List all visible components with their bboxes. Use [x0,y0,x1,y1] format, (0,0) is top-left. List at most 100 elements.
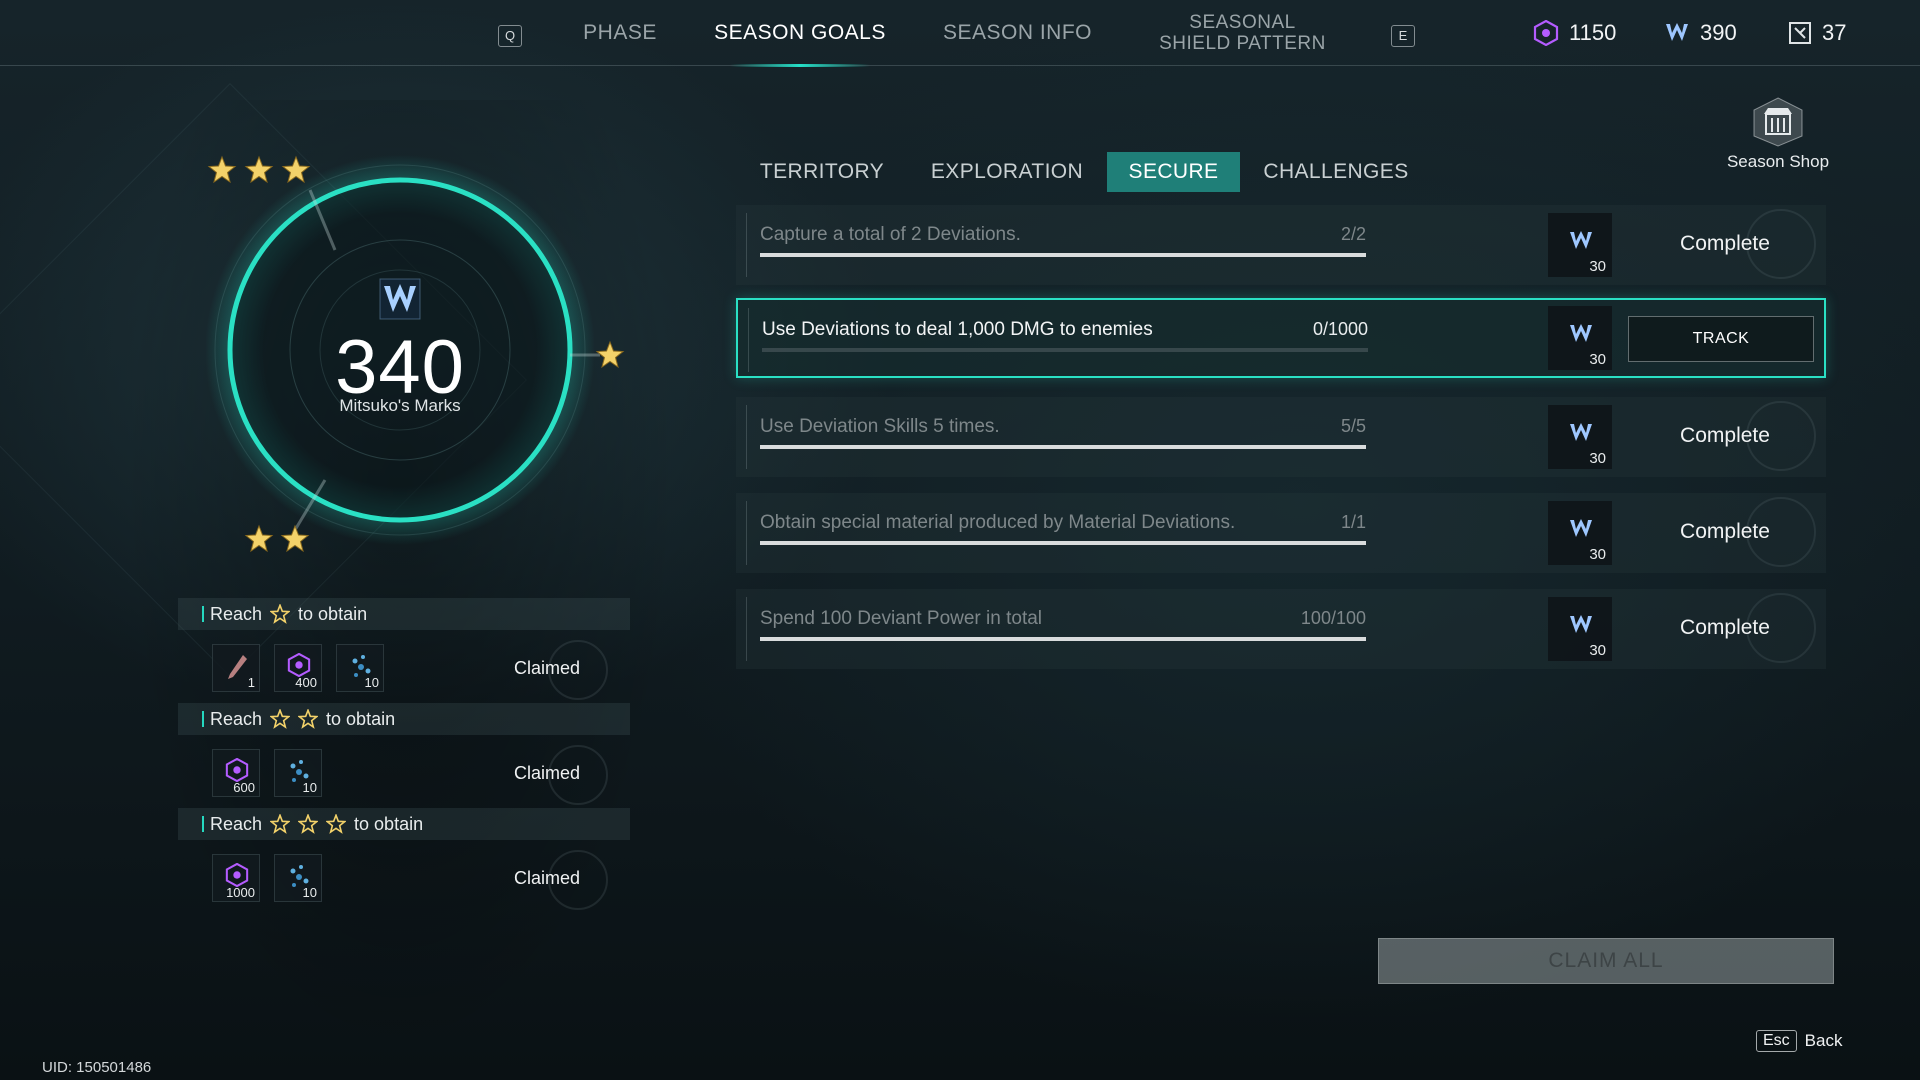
task-progress-bar [760,541,1366,545]
reward-tier-items: 1 400 10 Claimed [178,630,630,702]
star-icon [280,524,310,553]
task-reward: 30 [1548,501,1612,565]
cube-token-icon [1789,22,1811,44]
task-row-selected[interactable]: Use Deviations to deal 1,000 DMG to enem… [736,298,1826,378]
reward-tier-status: Claimed [514,763,581,783]
marks-value: 340 [335,325,465,410]
reward-tier-header: Reach to obtain [178,808,630,840]
task-progress-text: 2/2 [1340,224,1366,244]
purple-hex-currency-icon [225,863,249,887]
reward-tier-suffix: to obtain [326,708,396,729]
reward-item[interactable]: 10 [274,749,322,797]
reward-item-qty: 400 [295,675,317,690]
task-progress-text: 0/1000 [1312,319,1368,339]
task-progress-text: 100/100 [1300,608,1366,628]
reward-item-qty: 1 [247,675,255,690]
tab-shield-line1: SEASONAL [1189,12,1296,33]
task-progress-bar [762,348,1368,352]
mitsuko-mark-icon [1570,615,1592,633]
purple-hex-currency-icon [1533,20,1559,46]
reward-tier-3: Reach to obtain 1000 10 Claimed [178,808,630,912]
task-status: Complete [1680,424,1770,447]
task-reward-qty: 30 [1589,258,1606,275]
back-label: Back [1804,1031,1843,1050]
reward-tier-2: Reach to obtain 600 10 Claimed [178,703,630,807]
task-status: Complete [1680,520,1770,543]
reward-item[interactable]: 10 [336,644,384,692]
task-progress-text: 5/5 [1340,416,1366,436]
task-status: Complete [1680,616,1770,639]
key-hint-q[interactable]: Q [498,25,522,47]
tab-phase[interactable]: PHASE [560,0,680,66]
reward-tier-status: Claimed [514,658,581,678]
subtab-exploration[interactable]: EXPLORATION [918,152,1096,192]
task-reward: 30 [1548,213,1612,277]
track-button[interactable]: TRACK [1628,316,1814,362]
currency-marks: 390 [1664,18,1737,48]
tab-shield-line2: SHIELD PATTERN [1159,33,1326,54]
mitsuko-mark-icon [1570,324,1592,342]
star-icon [244,155,274,184]
task-progress-fill [760,637,1366,641]
subtab-territory[interactable]: TERRITORY [746,152,898,192]
currency-purple-value: 1150 [1569,20,1617,45]
reward-tier-1: Reach to obtain 1 400 10 Claimed [178,598,630,702]
reward-tier-header: Reach to obtain [178,703,630,735]
tab-season-goals[interactable]: SEASON GOALS [700,0,900,67]
subtab-challenges[interactable]: CHALLENGES [1254,152,1418,192]
tab-season-info[interactable]: SEASON INFO [925,0,1110,66]
reward-tier-prefix: Reach [210,603,263,624]
task-row[interactable]: Obtain special material produced by Mate… [736,493,1826,573]
reward-item[interactable]: 10 [274,854,322,902]
currency-purple: 1150 [1533,18,1616,48]
task-progress-bar [760,253,1366,257]
reward-item[interactable]: 1000 [212,854,260,902]
esc-key-hint: Esc [1756,1030,1797,1052]
key-hint-e[interactable]: E [1391,25,1415,47]
marks-logo-icon [377,276,423,322]
star-icon [207,155,237,184]
task-reward: 30 [1548,597,1612,661]
currency-cube: 37 [1788,18,1846,48]
reward-item-qty: 600 [233,780,255,795]
star-icon [595,340,625,369]
purple-hex-currency-icon [287,653,311,677]
star-icon [244,524,274,553]
reward-tier-items: 600 10 Claimed [178,735,630,807]
star-icon [270,709,291,729]
mitsuko-mark-icon [1570,519,1592,537]
task-progress-fill [760,445,1366,449]
claim-all-button[interactable]: CLAIM ALL [1378,938,1834,984]
star-icon [281,155,311,184]
reward-tier-suffix: to obtain [298,603,368,624]
task-description: Use Deviation Skills 5 times. [760,416,1000,437]
reward-item[interactable]: 1 [212,644,260,692]
subtab-secure[interactable]: SECURE [1107,152,1240,192]
task-progress-fill [760,253,1366,257]
task-reward-qty: 30 [1589,546,1606,563]
task-reward-qty: 30 [1589,351,1606,368]
task-progress-bar [760,445,1366,449]
star-icon [298,814,319,834]
season-shop-button[interactable]: Season Shop [1716,96,1840,172]
task-row[interactable]: Use Deviation Skills 5 times. 5/5 30 Com… [736,397,1826,477]
task-row[interactable]: Spend 100 Deviant Power in total 100/100… [736,589,1826,669]
reward-item[interactable]: 400 [274,644,322,692]
shop-icon [1753,97,1803,147]
star-icon [326,814,347,834]
star-icon [270,814,291,834]
reward-tier-status: Claimed [514,868,581,888]
task-row[interactable]: Capture a total of 2 Deviations. 2/2 30 … [736,205,1826,285]
reward-item[interactable]: 600 [212,749,260,797]
back-button[interactable]: Esc Back [1756,1030,1842,1052]
task-progress-fill [760,541,1366,545]
marks-label: Mitsuko's Marks [339,396,461,415]
reward-item-qty: 1000 [226,885,255,900]
task-progress-text: 1/1 [1340,512,1366,532]
reward-item-qty: 10 [302,780,317,795]
task-description: Use Deviations to deal 1,000 DMG to enem… [762,319,1153,340]
task-status: Complete [1680,232,1770,255]
tab-seasonal-shield-pattern[interactable]: SEASONAL SHIELD PATTERN [1130,0,1355,66]
reward-tier-suffix: to obtain [354,813,424,834]
reward-tier-header: Reach to obtain [178,598,630,630]
